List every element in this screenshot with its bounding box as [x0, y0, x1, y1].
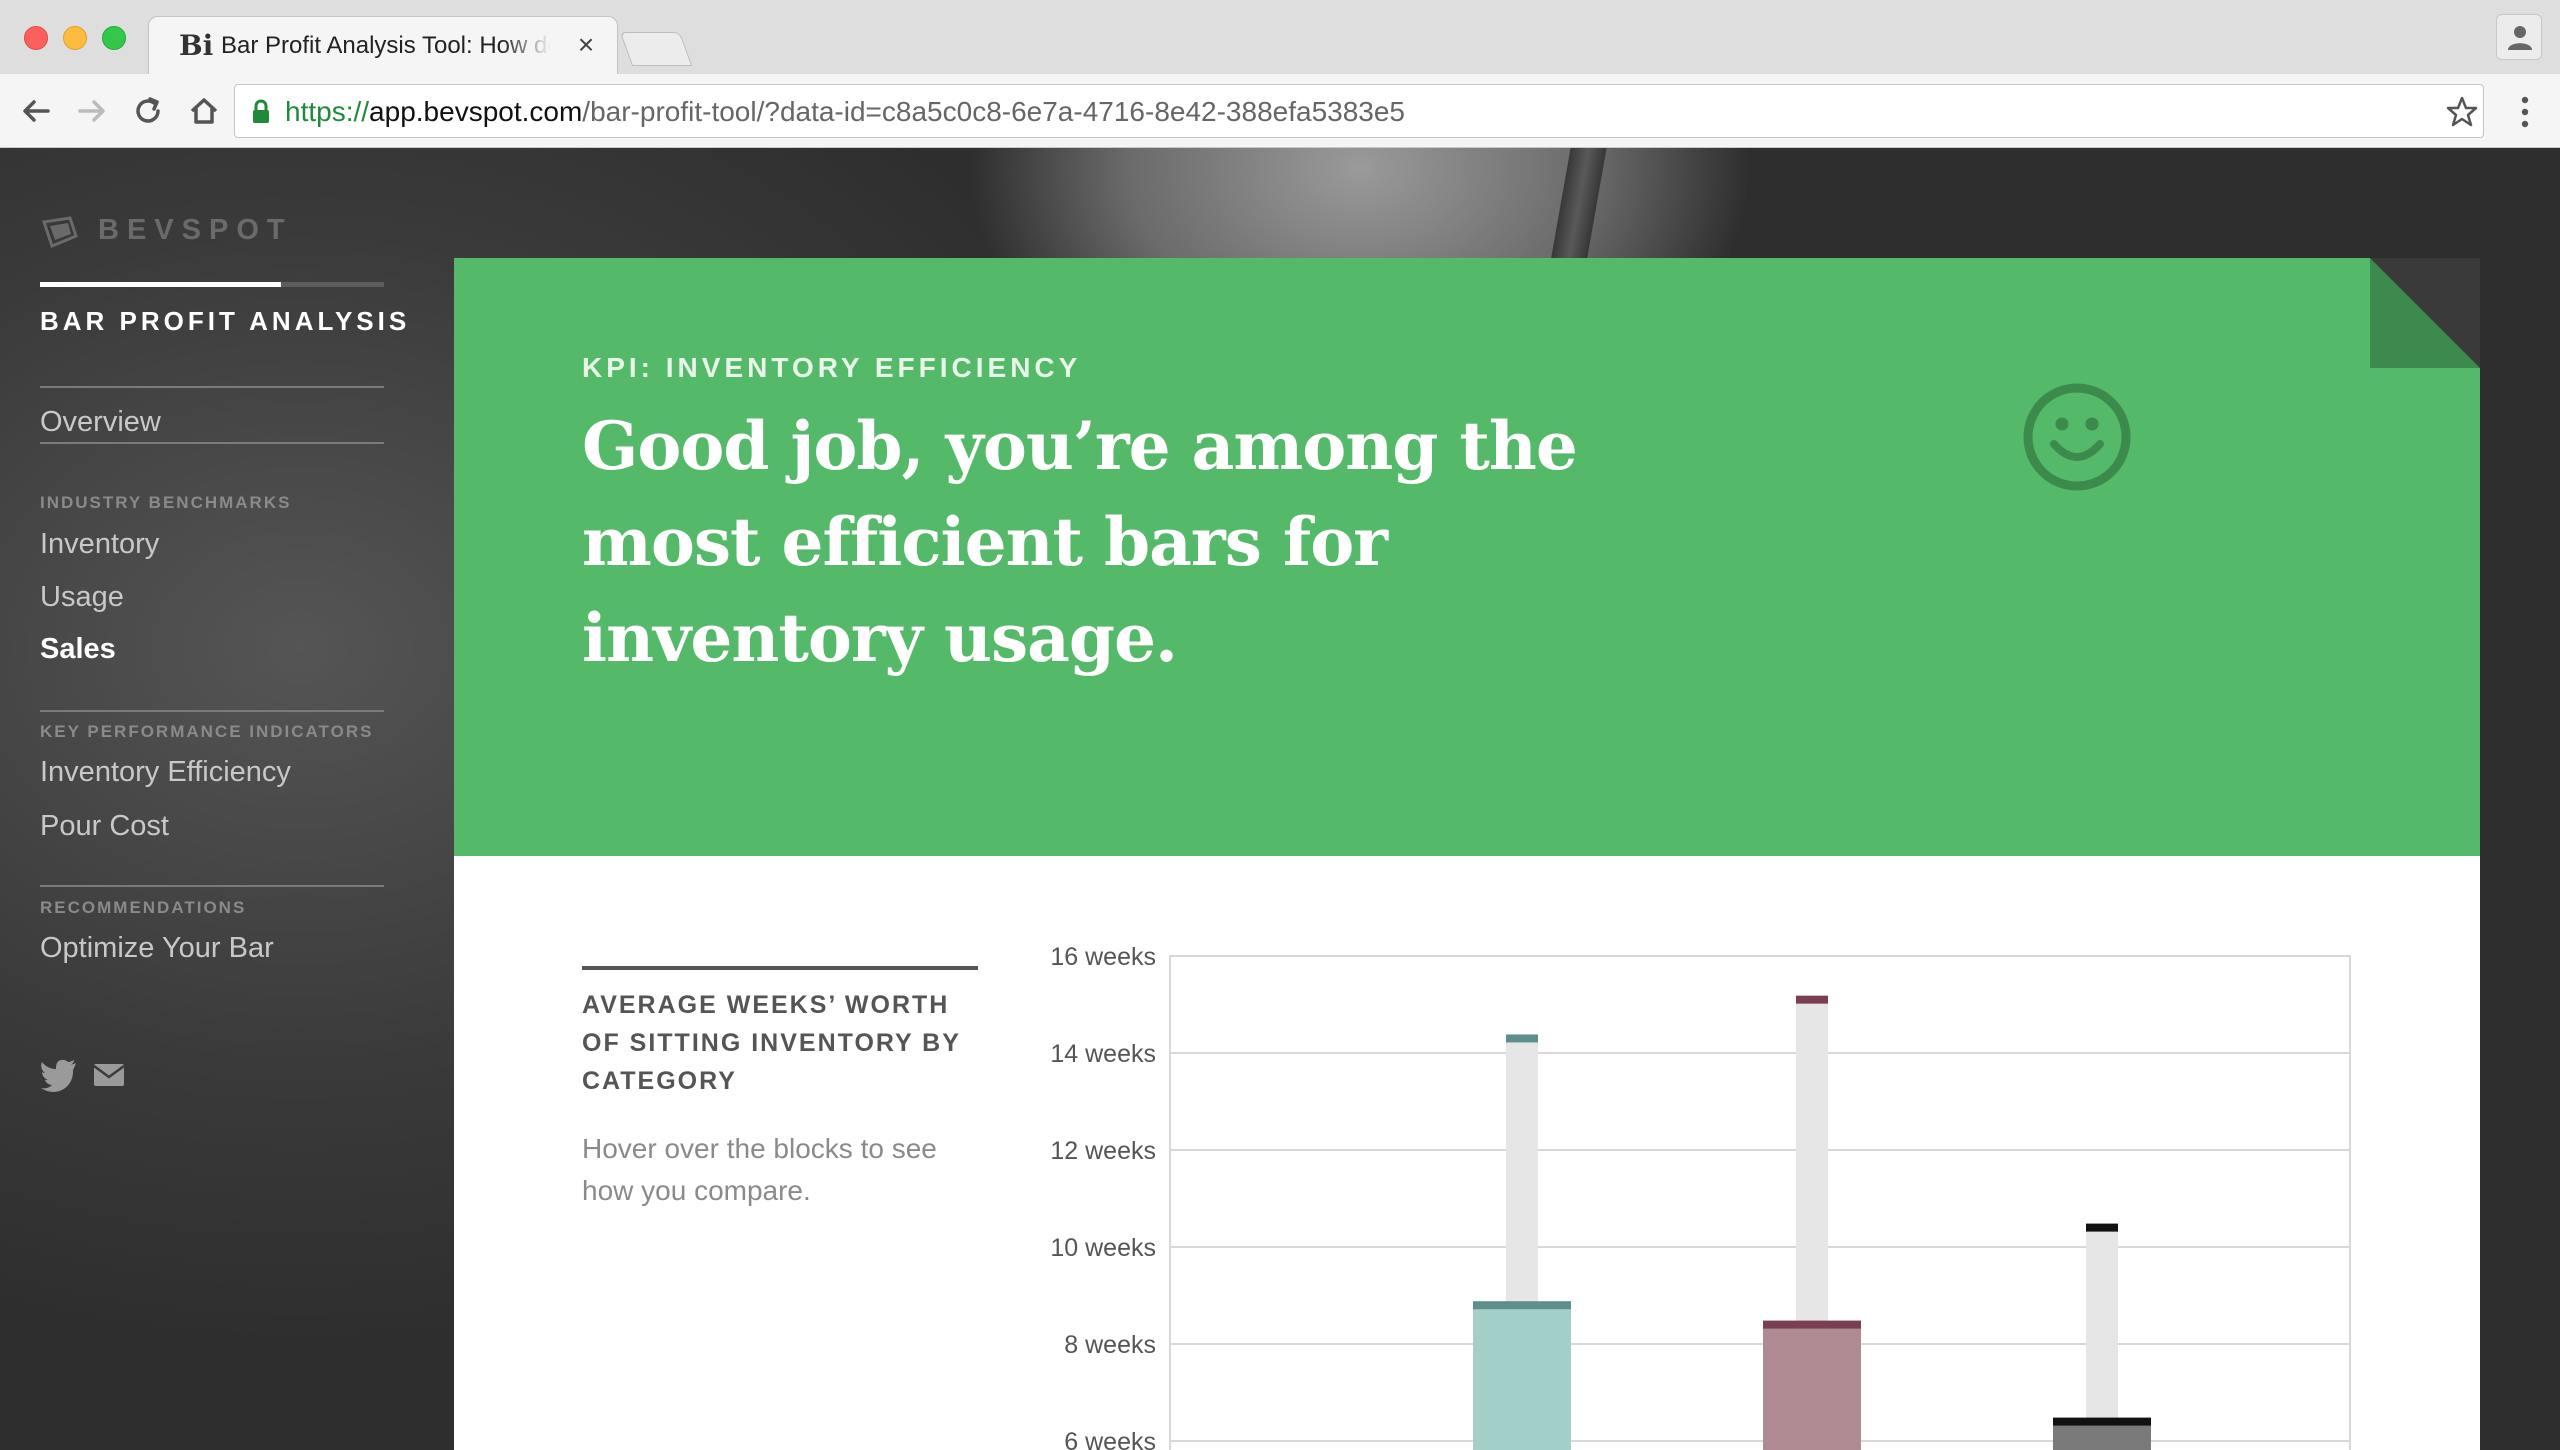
home-button[interactable]	[184, 91, 224, 131]
sidebar-item-inventory[interactable]: Inventory	[40, 528, 159, 561]
tab-close-icon[interactable]: ×	[571, 27, 601, 63]
sidebar-group-recommendations: RECOMMENDATIONS	[40, 898, 247, 917]
kpi-headline: Good job, you’re among the most efficien…	[582, 407, 1578, 677]
bevspot-favicon-icon: Bi	[179, 29, 214, 62]
reload-button[interactable]	[128, 91, 168, 131]
chart-y-tick-label: 8 weeks	[1064, 1331, 1156, 1359]
arrow-right-icon	[78, 100, 105, 122]
person-icon	[2508, 26, 2532, 50]
url-text: https://app.bevspot.com/bar-profit-tool/…	[285, 97, 1405, 127]
bookmark-star-icon[interactable]	[2445, 95, 2479, 129]
chart-max-marker[interactable]	[2086, 1223, 2118, 1232]
sidebar-group-industry-benchmarks: INDUSTRY BENCHMARKS	[40, 493, 292, 512]
kebab-menu-icon[interactable]	[2510, 92, 2540, 132]
chart-range-stem[interactable]	[1796, 999, 1828, 1325]
sidebar-item-pour-cost[interactable]: Pour Cost	[40, 810, 169, 843]
chart-bar-block[interactable]	[1763, 1324, 1861, 1450]
chart-range-stem[interactable]	[1506, 1038, 1538, 1306]
analysis-progress-fill	[40, 282, 281, 287]
chart-bar-block[interactable]	[1473, 1305, 1571, 1450]
kpi-label: KPI: INVENTORY EFFICIENCY	[582, 352, 1082, 383]
sidebar-section-title: BAR PROFIT ANALYSIS	[40, 306, 411, 336]
page-fold-cutout	[2370, 258, 2480, 368]
browser-tab[interactable]: Bi Bar Profit Analysis Tool: How do ×	[148, 16, 618, 74]
sidebar-item-usage[interactable]: Usage	[40, 581, 124, 614]
chart-y-tick-label: 10 weeks	[1050, 1234, 1156, 1262]
minimize-window-button[interactable]	[63, 26, 87, 50]
sidebar-item-inventory-efficiency[interactable]: Inventory Efficiency	[40, 756, 291, 789]
chart-title-rule	[582, 966, 978, 970]
chart-max-marker[interactable]	[1506, 1034, 1538, 1043]
chart-block-marker[interactable]	[1473, 1301, 1571, 1310]
page-viewport: BEVSPOT BAR PROFIT ANALYSIS Overview IND…	[0, 148, 2560, 1450]
profile-button[interactable]	[2496, 14, 2542, 60]
analysis-progress-bar	[40, 282, 384, 287]
chart-range-stem[interactable]	[2086, 1227, 2118, 1422]
twitter-icon[interactable]	[40, 1058, 78, 1092]
forward-button[interactable]	[72, 91, 112, 131]
sidebar-item-sales[interactable]: Sales	[40, 633, 116, 666]
chart-max-marker[interactable]	[1796, 995, 1828, 1004]
chart-bar-block[interactable]	[2053, 1421, 2151, 1450]
url-scheme: https://	[285, 96, 370, 127]
browser-toolbar: https://app.bevspot.com/bar-profit-tool/…	[0, 74, 2560, 148]
sidebar-divider	[40, 710, 384, 712]
new-tab-button[interactable]	[619, 32, 693, 66]
chart-y-tick-label: 14 weeks	[1050, 1040, 1156, 1068]
home-icon	[190, 98, 218, 124]
reload-icon	[136, 97, 160, 123]
sidebar-item-optimize-your-bar[interactable]: Optimize Your Bar	[40, 932, 274, 965]
brand-name: BEVSPOT	[98, 213, 293, 246]
sidebar-item-overview[interactable]: Overview	[40, 406, 161, 439]
browser-titlebar: Bi Bar Profit Analysis Tool: How do ×	[0, 0, 2560, 74]
chart-y-tick-label: 6 weeks	[1064, 1428, 1156, 1450]
sidebar-divider	[40, 442, 384, 444]
url-host: app.bevspot.com	[369, 96, 583, 127]
kpi-card: KPI: INVENTORY EFFICIENCY Good job, you’…	[454, 258, 2480, 1450]
chart-block-marker[interactable]	[1763, 1320, 1861, 1329]
back-button[interactable]	[16, 91, 56, 131]
url-path: /bar-profit-tool/?data-id=c8a5c0c8-6e7a-…	[582, 96, 1406, 127]
sidebar-divider	[40, 386, 384, 388]
chart-hint: Hover over the blocks to see how you com…	[582, 1133, 937, 1206]
background-photo	[1549, 148, 1607, 268]
close-window-button[interactable]	[24, 26, 48, 50]
email-icon[interactable]	[90, 1058, 128, 1092]
chart-section: AVERAGE WEEKS’ WORTH OF SITTING INVENTOR…	[454, 856, 2480, 1450]
lock-icon	[253, 99, 269, 123]
smiley-face-icon	[2023, 383, 2131, 491]
chart-plot-frame	[1169, 955, 2351, 1450]
sidebar-group-kpis: KEY PERFORMANCE INDICATORS	[40, 722, 374, 741]
kpi-hero-banner: KPI: INVENTORY EFFICIENCY Good job, you’…	[454, 258, 2480, 856]
chart-block-marker[interactable]	[2053, 1417, 2151, 1426]
chart-y-tick-label: 16 weeks	[1050, 943, 1156, 971]
tab-title: Bar Profit Analysis Tool: How do	[221, 32, 551, 59]
chart-title: AVERAGE WEEKS’ WORTH OF SITTING INVENTOR…	[582, 991, 961, 1095]
sidebar-divider	[40, 885, 384, 887]
address-bar[interactable]: https://app.bevspot.com/bar-profit-tool/…	[234, 84, 2484, 138]
bevspot-logo[interactable]: BEVSPOT	[40, 208, 293, 252]
bevspot-logo-icon	[42, 216, 78, 249]
chart-y-tick-label: 12 weeks	[1050, 1137, 1156, 1165]
zoom-window-button[interactable]	[102, 26, 126, 50]
arrow-left-icon	[23, 100, 50, 122]
inventory-weeks-chart: 6 weeks 8 weeks 10 weeks 12 weeks 14 weeks 16…	[1050, 943, 2351, 1450]
